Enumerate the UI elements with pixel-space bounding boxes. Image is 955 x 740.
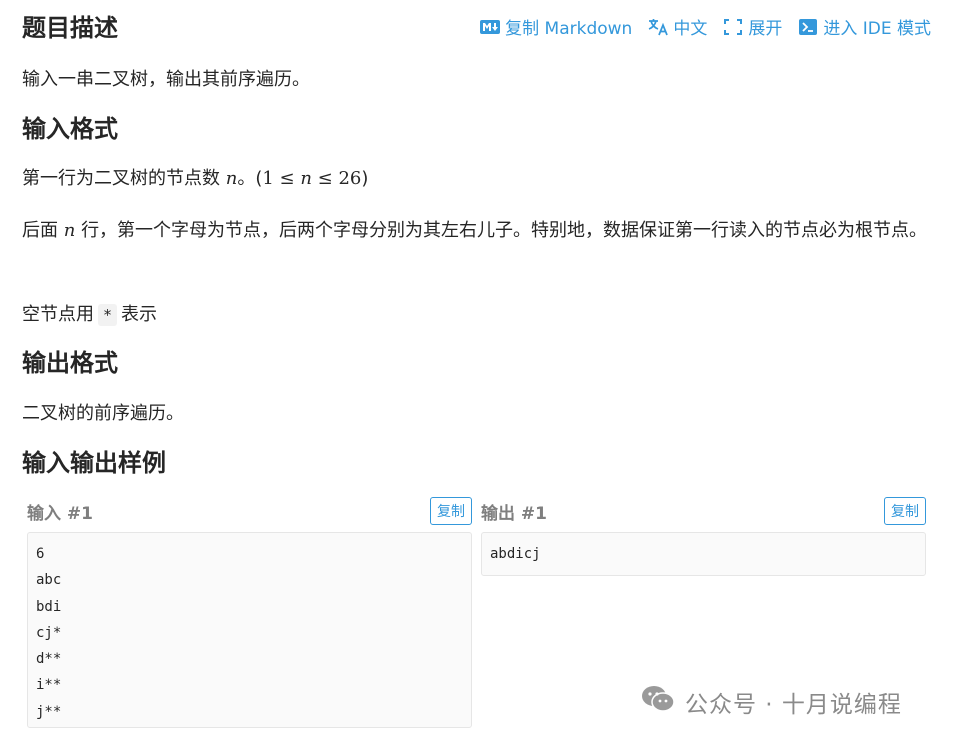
input-format-line-3: 空节点用 * 表示: [22, 298, 157, 331]
problem-toolbar: 复制 Markdown 中文 展开 进入 IDE 模式: [480, 14, 931, 39]
input-format-line-2: 后面 n 行，第一个字母为节点，后两个字母分别为其左右儿子。特别地，数据保证第一…: [22, 214, 934, 247]
input-line-1-prefix: 第一行为二叉树的节点数: [22, 168, 220, 189]
constraint-math-left: 1 ≤: [262, 168, 301, 189]
constraint-variable-n: n: [300, 168, 312, 189]
sample-output-panel: 输出 #1 复制 abdicj: [481, 496, 926, 577]
copy-output-button[interactable]: 复制: [884, 497, 926, 525]
input-line-1-close: ): [361, 168, 369, 189]
input-line-3-prefix: 空节点用: [22, 304, 94, 325]
sample-input-header: 输入 #1 复制: [27, 496, 472, 526]
copy-markdown-label: 复制 Markdown: [505, 19, 633, 39]
sample-output-header: 输出 #1 复制: [481, 496, 926, 526]
sample-input-title: 输入 #1: [27, 503, 93, 524]
variable-n: n: [63, 220, 76, 241]
translate-icon: [648, 18, 669, 35]
variable-n: n: [225, 168, 238, 189]
description-text: 输入一串二叉树，输出其前序遍历。: [22, 69, 310, 90]
description-heading: 题目描述: [22, 14, 118, 42]
sample-input-code[interactable]: 6 abc bdi cj* d** i** j**: [27, 532, 472, 728]
input-format-line-1: 第一行为二叉树的节点数 n。(1 ≤ n ≤ 26): [22, 162, 368, 195]
input-line-1-mid: 。(: [237, 168, 263, 189]
copy-input-button[interactable]: 复制: [430, 497, 472, 525]
sample-output-code[interactable]: abdicj: [481, 532, 926, 577]
input-line-2-rest: 行，第一个字母为节点，后两个字母分别为其左右儿子。特别地，数据保证第一行读入的节…: [81, 220, 928, 241]
output-format-text: 二叉树的前序遍历。: [22, 403, 184, 424]
terminal-icon: [798, 18, 818, 35]
expand-icon: [723, 18, 743, 35]
input-line-3-suffix: 表示: [121, 304, 158, 325]
language-label: 中文: [673, 19, 708, 39]
constraint-math-right: ≤ 26: [311, 168, 362, 189]
null-node-symbol: *: [98, 304, 118, 326]
problem-page: 复制 Markdown 中文 展开 进入 IDE 模式 题目描述 输入一串二叉树…: [0, 0, 955, 740]
output-format-heading: 输出格式: [22, 349, 118, 377]
watermark: 公众号 · 十月说编程: [641, 684, 902, 720]
markdown-icon: [480, 19, 501, 35]
sample-output-title: 输出 #1: [481, 503, 547, 524]
input-line-2-prefix: 后面: [22, 220, 58, 241]
wechat-icon: [641, 684, 675, 720]
expand-label: 展开: [748, 19, 783, 39]
ide-mode-label: 进入 IDE 模式: [823, 19, 931, 39]
input-format-heading: 输入格式: [22, 115, 118, 143]
ide-mode-button[interactable]: 进入 IDE 模式: [798, 14, 931, 39]
watermark-text: 公众号 · 十月说编程: [685, 692, 902, 718]
sample-input-panel: 输入 #1 复制 6 abc bdi cj* d** i** j**: [27, 496, 472, 728]
examples-heading: 输入输出样例: [22, 449, 166, 477]
copy-markdown-button[interactable]: 复制 Markdown: [480, 14, 632, 39]
language-toggle[interactable]: 中文: [648, 14, 707, 39]
expand-button[interactable]: 展开: [723, 14, 782, 39]
